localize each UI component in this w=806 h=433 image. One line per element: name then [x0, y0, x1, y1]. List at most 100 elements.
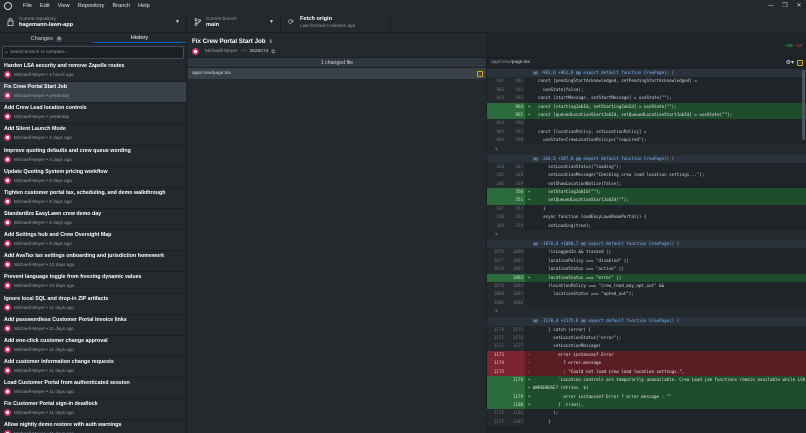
commit-list-item[interactable]: Fix Customer Portal sign-in deadlock Mich… [0, 399, 186, 421]
diff-marker: + [527, 197, 531, 203]
diff-code: setLocationStatus("error"); [533, 334, 622, 340]
commit-author-time: Michaell-Meyer • 9 days ago [14, 241, 72, 247]
diff-expand-gap[interactable]: ⇅ [487, 230, 806, 241]
menu-item-branch[interactable]: Branch [108, 0, 134, 12]
commit-author-time: Michaell-Meyer • 4 days ago [14, 135, 72, 141]
fetch-origin-button[interactable]: ⟳ Fetch origin Last fetched 4 minutes ag… [281, 12, 391, 32]
commit-list: Harden LSA security and remove Zapelle r… [0, 61, 186, 433]
diff-code: ? error.message [533, 360, 602, 366]
menu-item-file[interactable]: File [19, 0, 36, 12]
menu-item-edit[interactable]: Edit [36, 0, 54, 12]
commit-list-item[interactable]: Add Silent Launch Mode Michaell-Meyer • 4… [0, 124, 186, 146]
old-line-number [487, 102, 506, 111]
old-line-number: 344 [487, 162, 506, 172]
branch-compare-filter[interactable]: ⑂ [2, 46, 184, 59]
old-line-number: 346 [487, 179, 506, 189]
commit-list-item[interactable]: Add AvaTax tax settings onboarding and j… [0, 251, 186, 273]
maximize-icon[interactable]: ❐ [778, 0, 792, 12]
new-line-number: 967 [506, 127, 525, 137]
diff-line: 1172 1177 setLocationMessage( [487, 342, 806, 351]
diff-marker: + [527, 385, 531, 391]
copy-icon[interactable]: ⧉ [271, 49, 274, 55]
new-line-number [506, 307, 525, 318]
diff-code: @@ -344,6 +347,8 @@ export default funct… [533, 155, 675, 161]
commit-summary: Add Settings hub and Crew Oversight Map [4, 232, 112, 239]
diff-expand-gap[interactable]: ⇅ [487, 144, 806, 155]
commit-list-item[interactable]: Tighten customer portal tax, scheduling,… [0, 188, 186, 209]
commit-list-item[interactable]: Load Customer Portal from authenticated … [0, 378, 186, 400]
new-line-number [506, 240, 525, 249]
diff-marker [525, 409, 533, 417]
avatar [4, 176, 11, 184]
diff-marker: + [527, 274, 531, 280]
commit-list-item[interactable]: Add one-click customer change approval Mi… [0, 336, 186, 357]
diff-marker [525, 307, 533, 317]
close-icon[interactable]: ✕ [792, 0, 806, 12]
old-line-number [487, 384, 506, 393]
commit-list-item[interactable]: Harden LSA security and remove Zapelle r… [0, 61, 186, 83]
old-line-number: 1174 [487, 359, 506, 368]
commit-list-item[interactable]: Update Quoting System pricing workflow Mi… [0, 167, 186, 188]
sync-icon: ⟳ [288, 19, 294, 26]
commit-list-item[interactable]: Ignore local SQL and drop-in ZIP artifac… [0, 294, 186, 315]
commit-author-time: Michaell-Meyer • 11 days ago [14, 304, 74, 310]
commit-author-time: Michaell-Meyer • 11 days ago [14, 367, 74, 373]
commit-list-item[interactable]: Fix Crew Portal Start Job Michaell-Meyer … [0, 82, 186, 104]
commit-sha[interactable]: 2625274 [250, 49, 269, 54]
new-line-number: 1176 [506, 333, 525, 343]
toolbar: Current repository hagemann-lawn-app ▼ C… [0, 12, 806, 33]
new-line-number: 1083 [506, 273, 525, 282]
current-branch-button[interactable]: Current branch main ▼ [187, 12, 281, 32]
new-line-number: 1180 [506, 401, 525, 410]
new-line-number: 1085 [506, 290, 525, 299]
diff-marker [525, 180, 533, 188]
diff-file-path: app/crew/page.tsx [491, 60, 530, 65]
expand-icon[interactable]: ⇕ [269, 39, 273, 45]
current-repository-button[interactable]: Current repository hagemann-lawn-app ▼ [0, 12, 187, 32]
branch-compare-input[interactable] [10, 50, 181, 55]
commit-list-item[interactable]: Add passwordless Customer Portal invoice… [0, 315, 186, 336]
menu-item-help[interactable]: Help [134, 0, 154, 12]
menu-item-repository[interactable]: Repository [74, 0, 109, 12]
commit-list-item[interactable]: Add customer information change requests… [0, 357, 186, 379]
file-modified-icon: • [477, 70, 483, 77]
chevron-down-icon: ▼ [269, 19, 274, 25]
commit-summary: Add Crew Lead location controls [4, 105, 87, 112]
diff-marker [525, 230, 533, 240]
commit-list-item[interactable]: Add Settings hub and Crew Oversight Map M… [0, 230, 186, 252]
commit-list-item[interactable]: Standardize EasyLawn crew demo day Michae… [0, 209, 186, 231]
diff-scrollbar[interactable] [802, 70, 805, 140]
commit-author-time: Michaell-Meyer • 11 days ago [14, 410, 74, 416]
commit-list-item[interactable]: Improve quoting defaults and crew queue … [0, 146, 186, 167]
diff-expand-gap[interactable]: ⇅ [487, 307, 806, 318]
new-line-number: 353 [506, 213, 525, 222]
diff-hunk-header: @@ -1076,6 +1080,7 @@ export default fun… [487, 240, 806, 249]
repo-name: hagemann-lawn-app [19, 21, 74, 28]
new-line-number: 350 [506, 188, 525, 197]
avatar [4, 197, 11, 205]
new-line-number: 349 [506, 179, 525, 189]
old-line-number: 965 [487, 127, 506, 137]
diff-marker [525, 257, 533, 265]
diff-code: const [queuedLocationStartJobId, setQueu… [533, 111, 733, 117]
commit-list-item[interactable]: Add Crew Lead location controls Michaell-… [0, 103, 186, 125]
tab-changes[interactable]: Changes 0 [0, 34, 93, 43]
avatar [4, 409, 11, 417]
menu-item-view[interactable]: View [54, 0, 74, 12]
commit-author-time: Michaell-Meyer • 11 days ago [14, 389, 74, 395]
tab-history[interactable]: History [93, 34, 186, 43]
diff-line: 1077 1081 locationPolicy === "disabled" |… [487, 256, 806, 266]
new-line-number: 1178 [506, 375, 525, 385]
diff-code: setStartingJobId(""); [533, 189, 602, 195]
minimize-icon[interactable]: — [764, 0, 778, 12]
diff-line: 1076 1080 !isLoggedIn && tracked || [487, 248, 806, 257]
new-line-number: 1179 [506, 392, 525, 402]
commit-list-item[interactable]: Allow nightly demo restore with auth war… [0, 420, 186, 433]
diff-hunk-header: @@ -1170,8 +1175,6 @@ export default fun… [487, 317, 806, 326]
gear-icon[interactable]: ⚙▾ [786, 59, 794, 66]
commit-list-item[interactable]: Prevent language toggle from freezing dy… [0, 272, 186, 294]
diff-code: setLoading(true); [533, 222, 591, 228]
diff-marker [525, 222, 533, 230]
changed-file-row[interactable]: app/crew/page.tsx • [188, 68, 486, 79]
diff-code: @@ -961,6 +961,8 @@ export default funct… [533, 70, 675, 75]
